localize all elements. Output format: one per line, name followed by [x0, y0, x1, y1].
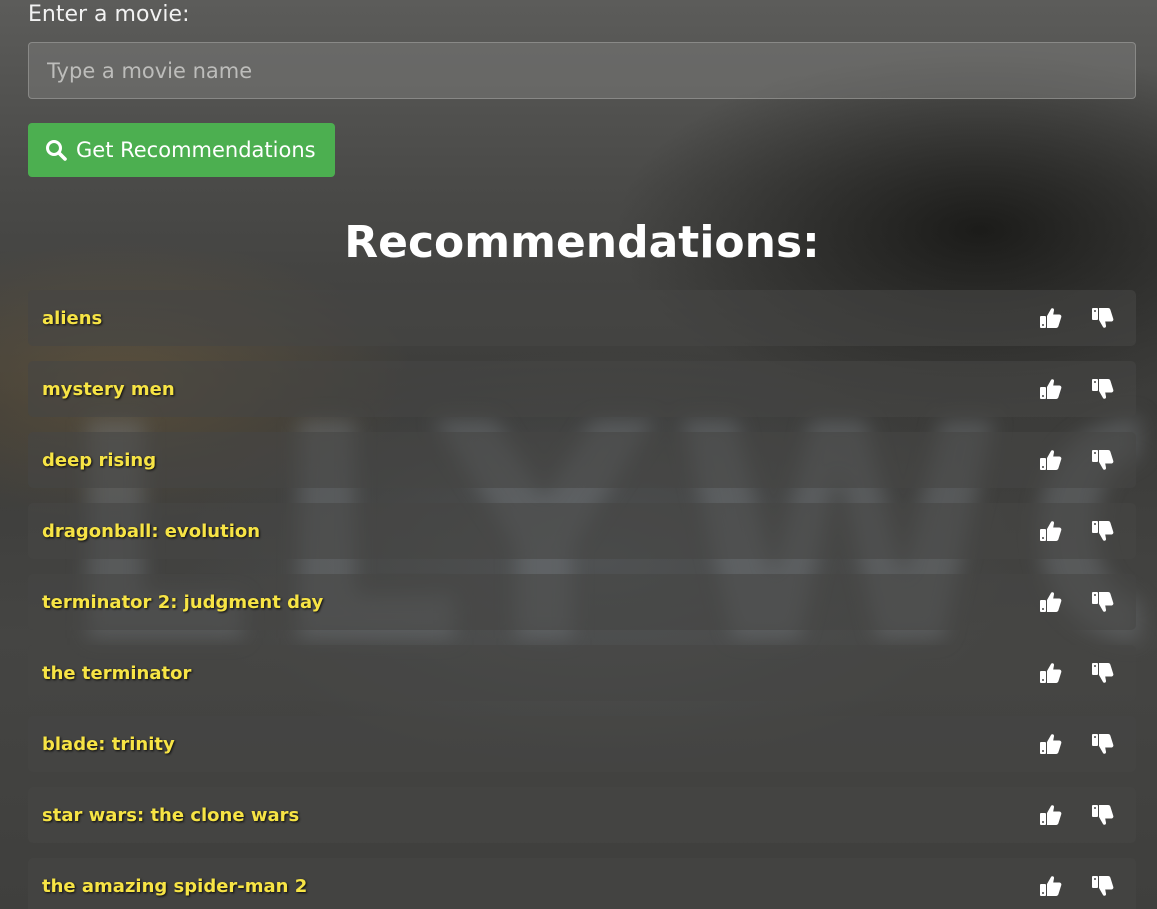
get-recommendations-label: Get Recommendations	[76, 138, 316, 162]
recommendation-item: dragonball: evolution	[28, 503, 1136, 559]
thumbs-down-icon[interactable]	[1090, 731, 1116, 757]
main-content: Enter a movie: Get Recommendations Recom…	[0, 0, 1157, 909]
recommendations-list: aliens mystery men deep rising dragonbal…	[28, 290, 1136, 909]
recommendations-heading: Recommendations:	[344, 217, 820, 268]
thumbs-up-icon[interactable]	[1038, 376, 1064, 402]
thumbs-up-icon[interactable]	[1038, 447, 1064, 473]
thumbs-down-icon[interactable]	[1090, 660, 1116, 686]
rating-actions	[1038, 802, 1116, 828]
thumbs-up-icon[interactable]	[1038, 589, 1064, 615]
recommendation-item: the terminator	[28, 645, 1136, 701]
movie-title: aliens	[42, 307, 103, 329]
thumbs-up-icon[interactable]	[1038, 873, 1064, 899]
recommendation-item: deep rising	[28, 432, 1136, 488]
thumbs-up-icon[interactable]	[1038, 305, 1064, 331]
thumbs-down-icon[interactable]	[1090, 447, 1116, 473]
recommendation-item: terminator 2: judgment day	[28, 574, 1136, 630]
thumbs-up-icon[interactable]	[1038, 518, 1064, 544]
recommendation-item: blade: trinity	[28, 716, 1136, 772]
recommendation-item: aliens	[28, 290, 1136, 346]
movie-title: blade: trinity	[42, 733, 175, 755]
movie-title: the amazing spider-man 2	[42, 875, 308, 897]
thumbs-down-icon[interactable]	[1090, 802, 1116, 828]
rating-actions	[1038, 731, 1116, 757]
movie-title: the terminator	[42, 662, 192, 684]
thumbs-down-icon[interactable]	[1090, 305, 1116, 331]
thumbs-up-icon[interactable]	[1038, 731, 1064, 757]
search-icon	[44, 138, 68, 162]
rating-actions	[1038, 447, 1116, 473]
rating-actions	[1038, 518, 1116, 544]
movie-input-label: Enter a movie:	[28, 2, 190, 27]
thumbs-down-icon[interactable]	[1090, 376, 1116, 402]
recommendation-item: star wars: the clone wars	[28, 787, 1136, 843]
thumbs-up-icon[interactable]	[1038, 802, 1064, 828]
rating-actions	[1038, 305, 1116, 331]
recommendation-item: the amazing spider-man 2	[28, 858, 1136, 909]
thumbs-down-icon[interactable]	[1090, 589, 1116, 615]
rating-actions	[1038, 660, 1116, 686]
movie-title: star wars: the clone wars	[42, 804, 300, 826]
rating-actions	[1038, 873, 1116, 899]
movie-search-input[interactable]	[28, 42, 1136, 99]
thumbs-down-icon[interactable]	[1090, 518, 1116, 544]
get-recommendations-button[interactable]: Get Recommendations	[28, 123, 335, 177]
movie-title: terminator 2: judgment day	[42, 591, 324, 613]
rating-actions	[1038, 376, 1116, 402]
movie-title: dragonball: evolution	[42, 520, 261, 542]
rating-actions	[1038, 589, 1116, 615]
thumbs-down-icon[interactable]	[1090, 873, 1116, 899]
thumbs-up-icon[interactable]	[1038, 660, 1064, 686]
movie-title: mystery men	[42, 378, 175, 400]
movie-title: deep rising	[42, 449, 157, 471]
recommendation-item: mystery men	[28, 361, 1136, 417]
